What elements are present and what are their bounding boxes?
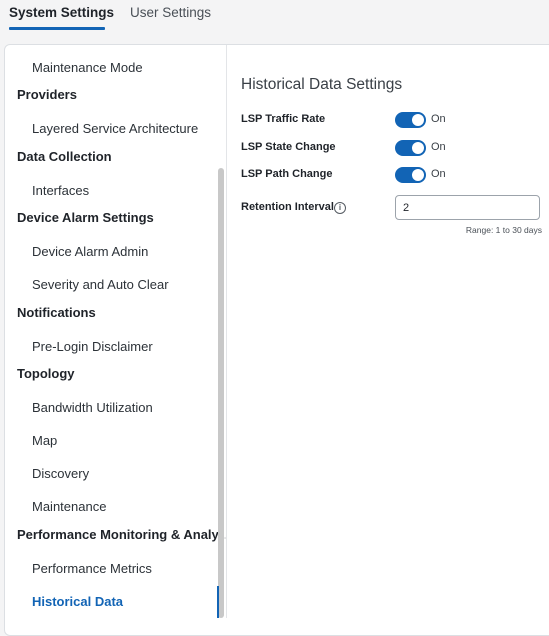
sidebar-item-bandwidth-utilization[interactable]: Bandwidth Utilization	[32, 400, 153, 415]
sidebar-item-device-alarm-admin[interactable]: Device Alarm Admin	[32, 244, 148, 259]
sidebar-item-historical-data[interactable]: Historical Data	[32, 594, 123, 609]
toggle-knob	[412, 142, 424, 154]
lsp-traffic-rate-label: LSP Traffic Rate	[241, 113, 326, 125]
info-icon[interactable]: i	[334, 202, 346, 214]
settings-tabs: System Settings User Settings	[0, 0, 549, 44]
sidebar-group-data-collection[interactable]: Data Collection	[17, 149, 112, 164]
tab-system-settings[interactable]: System Settings	[9, 5, 114, 20]
toggle-knob	[412, 169, 424, 181]
sidebar-group-providers[interactable]: Providers	[17, 87, 77, 102]
sidebar-item-pre-login-disclaimer[interactable]: Pre-Login Disclaimer	[32, 339, 153, 354]
lsp-path-change-state: On	[431, 168, 446, 180]
sidebar-item-maintenance-mode[interactable]: Maintenance Mode	[32, 60, 143, 75]
sidebar-scrollbar[interactable]	[218, 168, 224, 618]
sidebar: Maintenance Mode Providers Layered Servi…	[5, 45, 227, 618]
active-tab-indicator	[9, 27, 105, 30]
active-item-indicator	[217, 586, 219, 618]
sidebar-item-maintenance[interactable]: Maintenance	[32, 499, 106, 514]
toggle-knob	[412, 114, 424, 126]
sidebar-item-layered-service-architecture[interactable]: Layered Service Architecture	[32, 121, 198, 136]
lsp-path-change-label: LSP Path Change	[241, 168, 333, 180]
lsp-traffic-rate-state: On	[431, 113, 446, 125]
lsp-state-change-label: LSP State Change	[241, 141, 336, 153]
tab-user-settings[interactable]: User Settings	[130, 5, 211, 20]
sidebar-group-topology[interactable]: Topology	[17, 366, 75, 381]
sidebar-item-severity-auto-clear[interactable]: Severity and Auto Clear	[32, 277, 169, 292]
retention-interval-label: Retention Interval	[241, 201, 334, 213]
retention-range-hint: Range: 1 to 30 days	[465, 225, 542, 235]
retention-interval-input[interactable]	[395, 195, 540, 220]
sidebar-item-discovery[interactable]: Discovery	[32, 466, 89, 481]
sidebar-item-interfaces[interactable]: Interfaces	[32, 183, 89, 198]
sidebar-item-map[interactable]: Map	[32, 433, 57, 448]
main-content: Historical Data Settings LSP Traffic Rat…	[227, 45, 549, 618]
sidebar-group-performance-monitoring[interactable]: Performance Monitoring & Analy...	[17, 527, 226, 542]
section-title: Historical Data Settings	[241, 76, 403, 93]
sidebar-item-performance-metrics[interactable]: Performance Metrics	[32, 561, 152, 576]
lsp-state-change-state: On	[431, 141, 446, 153]
sidebar-group-device-alarm-settings[interactable]: Device Alarm Settings	[17, 210, 154, 225]
lsp-state-change-toggle[interactable]	[395, 140, 426, 156]
sidebar-group-notifications[interactable]: Notifications	[17, 305, 96, 320]
lsp-traffic-rate-toggle[interactable]	[395, 112, 426, 128]
lsp-path-change-toggle[interactable]	[395, 167, 426, 183]
